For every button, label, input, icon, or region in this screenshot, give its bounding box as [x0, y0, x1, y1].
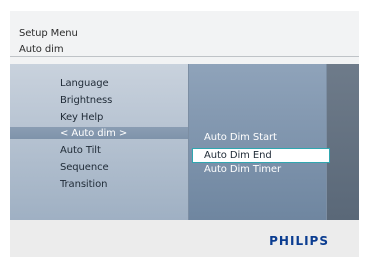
submenu-item-auto-dim-start[interactable]: Auto Dim Start — [204, 132, 277, 143]
submenu-item-auto-dim-end[interactable]: Auto Dim End — [192, 148, 330, 163]
device-frame: Setup Menu Auto dim Language Brightness … — [0, 0, 369, 269]
menu-area: Language Brightness Key Help < Auto dim … — [10, 64, 359, 220]
menu-item-transition[interactable]: Transition — [60, 179, 107, 190]
menu-item-auto-tilt[interactable]: Auto Tilt — [60, 145, 101, 156]
submenu-item-auto-dim-timer[interactable]: Auto Dim Timer — [204, 164, 281, 175]
menu-item-language[interactable]: Language — [60, 78, 109, 89]
menu-title: Setup Menu — [19, 28, 78, 39]
header: Setup Menu Auto dim — [10, 11, 359, 64]
side-panel — [326, 64, 359, 220]
menu-item-auto-dim[interactable]: < Auto dim > — [60, 128, 127, 139]
philips-logo: PHILIPS — [269, 234, 329, 248]
menu-item-sequence[interactable]: Sequence — [60, 162, 109, 173]
submenu-item-label: Auto Dim End — [204, 150, 272, 161]
screen: Setup Menu Auto dim Language Brightness … — [10, 11, 359, 257]
menu-divider — [188, 64, 189, 220]
footer: PHILIPS — [10, 220, 359, 257]
menu-item-key-help[interactable]: Key Help — [60, 112, 103, 123]
menu-item-brightness[interactable]: Brightness — [60, 95, 112, 106]
submenu-divider — [326, 64, 327, 220]
header-divider — [10, 56, 359, 57]
menu-breadcrumb: Auto dim — [19, 44, 64, 55]
